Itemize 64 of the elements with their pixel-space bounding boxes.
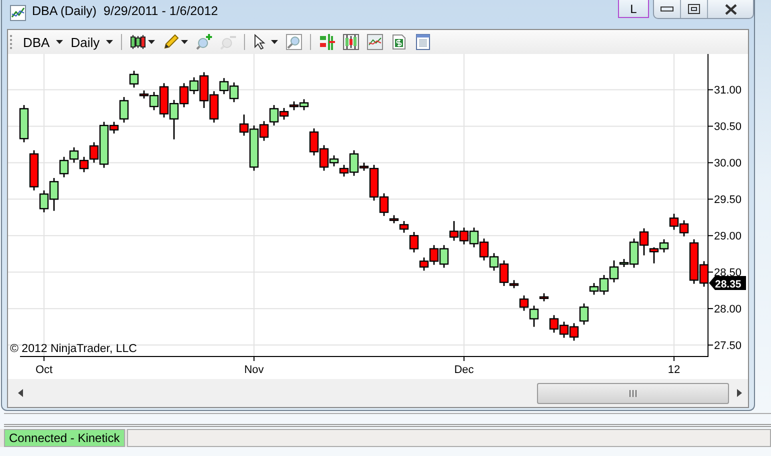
candlestick bbox=[479, 238, 489, 260]
candlestick-chart-icon bbox=[342, 34, 359, 50]
copyright-text: © 2012 NinjaTrader, LLC bbox=[10, 343, 137, 355]
candlestick bbox=[69, 147, 79, 163]
line-chart-icon bbox=[366, 34, 383, 50]
price-label: 30.50 bbox=[714, 121, 742, 134]
grip-icon bbox=[629, 390, 637, 396]
grip-handle[interactable] bbox=[10, 35, 14, 49]
line-chart-icon bbox=[10, 5, 26, 21]
candlestick bbox=[469, 228, 479, 248]
candlestick bbox=[309, 128, 319, 156]
caret-icon bbox=[270, 40, 278, 44]
scroll-thumb[interactable] bbox=[537, 382, 729, 404]
last-price-marker: 28.35 bbox=[709, 276, 746, 291]
candlestick bbox=[289, 101, 299, 110]
dropdown-button[interactable]: Daily bbox=[68, 32, 116, 52]
candlestick bbox=[579, 303, 589, 325]
candlestick-icon bbox=[130, 34, 146, 50]
candlestick bbox=[569, 323, 579, 341]
dollar-icon bbox=[390, 34, 407, 50]
caret-icon bbox=[56, 40, 63, 44]
candlestick bbox=[229, 82, 239, 102]
date-label: Nov bbox=[244, 364, 264, 376]
price-label: 29.00 bbox=[714, 230, 742, 243]
scroll-right-icon[interactable] bbox=[737, 389, 742, 397]
minimize-icon bbox=[660, 5, 674, 13]
bar-chart-icon bbox=[318, 34, 335, 50]
candlestick bbox=[669, 214, 679, 230]
candlestick bbox=[129, 70, 139, 88]
close-icon bbox=[724, 4, 738, 14]
candlestick bbox=[459, 228, 469, 244]
candlestick bbox=[439, 245, 449, 268]
price-label: 28.00 bbox=[714, 304, 742, 316]
candlestick bbox=[449, 221, 459, 241]
candlestick bbox=[549, 315, 559, 333]
caret-icon bbox=[148, 40, 155, 44]
link-button[interactable]: L bbox=[618, 0, 649, 18]
candlestick bbox=[519, 295, 529, 311]
zoom-out-icon bbox=[220, 34, 236, 50]
zoom-in-icon bbox=[196, 34, 212, 50]
price-label: 30.00 bbox=[714, 158, 742, 170]
price-label: 27.50 bbox=[714, 340, 742, 352]
scroll-left-icon[interactable] bbox=[18, 389, 23, 397]
maximize-icon bbox=[688, 4, 700, 14]
candlestick bbox=[79, 156, 89, 172]
price-label: 31.00 bbox=[714, 84, 742, 97]
candlestick bbox=[19, 105, 29, 142]
connection-status: Connected - Kinetick bbox=[4, 429, 125, 447]
candlestick bbox=[679, 220, 689, 236]
date-label: Oct bbox=[35, 364, 53, 376]
window-icon bbox=[414, 34, 431, 50]
candlestick bbox=[529, 306, 539, 327]
date-label: 12 bbox=[668, 364, 680, 376]
dropdown-button[interactable]: DBA bbox=[20, 32, 66, 52]
caret-icon bbox=[106, 40, 113, 44]
horizontal-scrollbar[interactable] bbox=[8, 379, 748, 407]
date-label: Dec bbox=[454, 364, 474, 376]
price-label: 29.50 bbox=[714, 194, 742, 206]
pencil-icon bbox=[162, 34, 179, 50]
candlestick bbox=[559, 322, 569, 338]
window-title: DBA (Daily) 9/29/2011 - 1/6/2012 bbox=[32, 4, 218, 18]
search-icon bbox=[286, 34, 302, 50]
caret-icon bbox=[180, 40, 188, 44]
candlestick bbox=[659, 239, 669, 252]
